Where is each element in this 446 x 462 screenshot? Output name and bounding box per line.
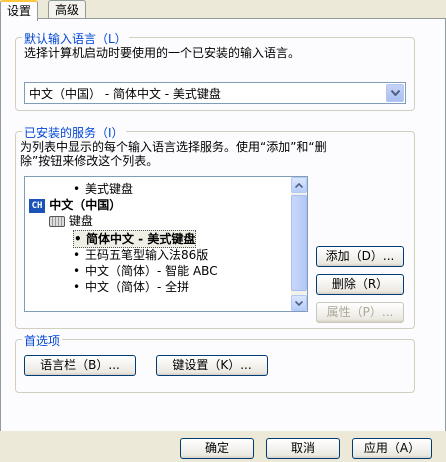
- installed-services-description-2: 除”按钮来修改这个列表。: [20, 154, 159, 168]
- tab-settings[interactable]: 设置: [0, 0, 39, 21]
- apply-button[interactable]: 应用（A）: [352, 438, 432, 459]
- tree-keyboard-label: 键盘: [68, 214, 93, 228]
- tree-item[interactable]: • 王码五笔型输入法86版: [73, 247, 208, 263]
- chevron-down-icon[interactable]: [386, 84, 404, 102]
- tab-advanced[interactable]: 高级: [48, 0, 87, 19]
- language-bar-button[interactable]: 语言栏（B）...: [24, 355, 136, 376]
- preferences-legend: 首选项: [22, 332, 63, 349]
- scroll-up-icon[interactable]: [291, 177, 307, 193]
- services-tree[interactable]: • 美式键盘 CH 中文（中国） 键盘 • 简体中文 - 美式键盘 • 王码五笔型输入…: [24, 176, 308, 312]
- default-language-description: 选择计算机启动时要使用的一个已安装的输入语言。: [24, 46, 301, 60]
- add-button[interactable]: 添加（D）...: [316, 246, 404, 267]
- remove-button[interactable]: 删除（R）: [316, 274, 404, 295]
- tree-item[interactable]: • 中文（简体）- 智能 ABC: [73, 263, 218, 279]
- tree-keyboard-node[interactable]: 键盘: [49, 213, 93, 229]
- preferences-group: 首选项 语言栏（B）... 键设置（K）...: [15, 332, 415, 393]
- tree-item-top[interactable]: • 美式键盘: [73, 181, 133, 197]
- dialog-footer: 确定 取消 应用（A）: [0, 431, 446, 462]
- tree-scrollbar[interactable]: [291, 177, 307, 311]
- key-settings-button[interactable]: 键设置（K）...: [156, 355, 268, 376]
- default-language-select[interactable]: 中文（中国） - 简体中文 - 美式键盘: [24, 82, 406, 104]
- tree-language-label: 中文（中国）: [49, 198, 122, 212]
- installed-services-group: 已安装的服务（I） 为列表中显示的每个输入语言选择服务。使用“添加”和“删 除”…: [15, 124, 415, 329]
- tree-language-node[interactable]: CH 中文（中国）: [29, 197, 121, 213]
- settings-panel: 默认输入语言（L） 选择计算机启动时要使用的一个已安装的输入语言。 中文（中国）…: [0, 18, 446, 432]
- default-language-value: 中文（中国） - 简体中文 - 美式键盘: [29, 87, 221, 101]
- default-language-group: 默认输入语言（L） 选择计算机启动时要使用的一个已安装的输入语言。 中文（中国）…: [15, 30, 415, 111]
- ok-button[interactable]: 确定: [180, 438, 254, 459]
- properties-button[interactable]: 属性（P）...: [316, 302, 404, 323]
- tree-item-selected[interactable]: • 简体中文 - 美式键盘: [73, 230, 197, 248]
- keyboard-icon: [49, 216, 65, 227]
- scroll-down-icon[interactable]: [291, 295, 307, 311]
- scroll-thumb[interactable]: [291, 195, 307, 291]
- tab-strip: 设置 高级: [0, 0, 446, 21]
- tree-item[interactable]: • 中文（简体）- 全拼: [73, 279, 189, 295]
- cancel-button[interactable]: 取消: [266, 438, 340, 459]
- language-flag-icon: CH: [29, 198, 45, 213]
